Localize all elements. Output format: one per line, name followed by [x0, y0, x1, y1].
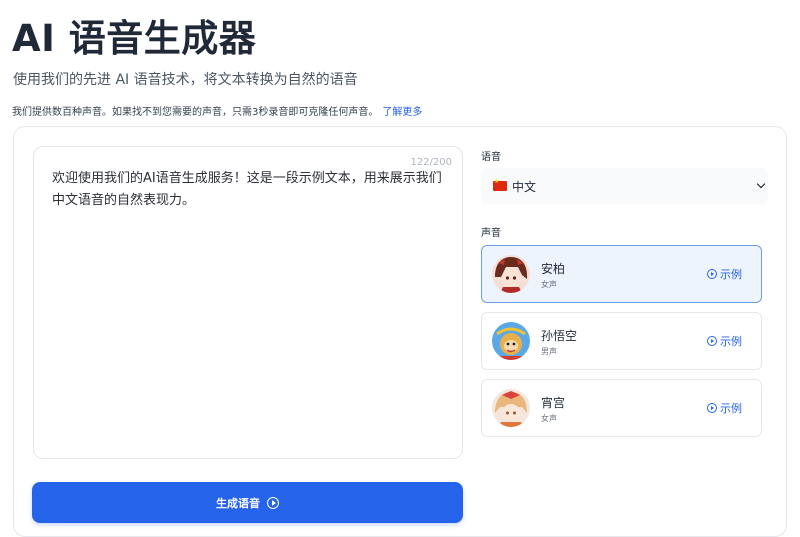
page-title: AI 语音生成器 [12, 17, 257, 60]
sample-label: 示例 [720, 268, 742, 281]
page-subtitle: 使用我们的先进 AI 语音技术，将文本转换为自然的语音 [13, 72, 358, 88]
voice-gender: 女声 [541, 280, 557, 289]
china-flag-icon [493, 178, 507, 191]
voice-name: 孙悟空 [541, 329, 578, 343]
play-circle-icon [267, 496, 279, 509]
char-count: 122/200 [410, 157, 452, 168]
voice-option-amber[interactable]: 安柏 女声 示例 [481, 245, 762, 303]
avatar [492, 389, 530, 427]
voice-name: 安柏 [541, 262, 566, 276]
sample-label: 示例 [720, 402, 742, 415]
voice-label: 声音 [481, 228, 501, 239]
voice-gender: 女声 [541, 414, 557, 423]
learn-more-link[interactable]: 了解更多 [382, 107, 422, 118]
generate-voice-label: 生成语音 [216, 496, 260, 510]
voice-option-sun-wukong[interactable]: 孙悟空 男声 示例 [481, 312, 762, 370]
sample-button[interactable]: 示例 [707, 400, 742, 416]
sample-button[interactable]: 示例 [707, 266, 742, 282]
play-icon [707, 269, 717, 279]
voice-name: 宵宫 [541, 396, 566, 410]
chevron-down-icon [756, 179, 766, 189]
language-select-value: 中文 [512, 179, 537, 194]
sample-label: 示例 [720, 335, 742, 348]
language-label: 语音 [481, 152, 501, 163]
sample-button[interactable]: 示例 [707, 333, 742, 349]
play-icon [707, 403, 717, 413]
text-input-value[interactable]: 欢迎使用我们的AI语音生成服务！这是一段示例文本，用来展示我们中文语音的自然表现… [52, 168, 442, 212]
generate-voice-button[interactable]: 生成语音 [32, 482, 463, 523]
voice-option-yoimiya[interactable]: 宵宫 女声 示例 [481, 379, 762, 437]
avatar [492, 255, 530, 293]
language-select[interactable]: 中文 [481, 168, 768, 204]
text-input[interactable]: 122/200 欢迎使用我们的AI语音生成服务！这是一段示例文本，用来展示我们中… [33, 146, 463, 459]
info-note-text: 我们提供数百种声音。如果找不到您需要的声音，只需3秒录音即可克隆任何声音。 [12, 107, 379, 118]
info-note: 我们提供数百种声音。如果找不到您需要的声音，只需3秒录音即可克隆任何声音。 了解更… [12, 103, 422, 118]
voice-gender: 男声 [541, 347, 557, 356]
play-icon [707, 336, 717, 346]
avatar [492, 322, 530, 360]
